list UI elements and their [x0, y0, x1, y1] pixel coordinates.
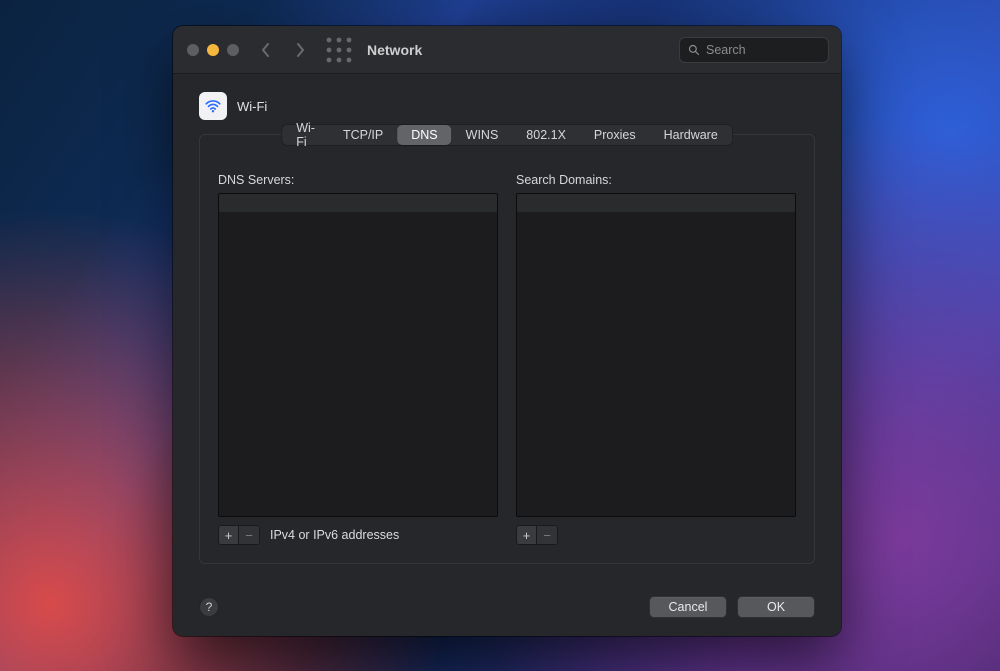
window-title: Network — [367, 42, 422, 58]
interface-name: Wi-Fi — [237, 99, 267, 114]
search-icon — [688, 44, 700, 56]
back-button[interactable] — [253, 36, 279, 64]
search-domains-label: Search Domains: — [516, 173, 796, 187]
show-all-button[interactable] — [325, 36, 353, 64]
add-search-domain-button[interactable]: + — [517, 526, 537, 544]
tab-wins[interactable]: WINS — [452, 125, 513, 145]
search-domains-list[interactable] — [516, 193, 796, 517]
tab-8021x[interactable]: 802.1X — [512, 125, 580, 145]
titlebar: Network — [173, 26, 841, 74]
chevron-left-icon — [261, 43, 271, 57]
forward-button[interactable] — [287, 36, 313, 64]
content-area: Wi-Fi Wi-Fi TCP/IP DNS WINS 802.1X Proxi… — [173, 74, 841, 582]
traffic-lights — [187, 44, 239, 56]
tab-wifi[interactable]: Wi-Fi — [282, 125, 329, 145]
ok-button[interactable]: OK — [737, 596, 815, 618]
tab-bar: Wi-Fi TCP/IP DNS WINS 802.1X Proxies Har… — [281, 124, 733, 146]
search-field[interactable] — [679, 37, 829, 63]
dns-columns: DNS Servers: + − IPv4 or IPv6 addresses … — [218, 173, 796, 545]
search-input[interactable] — [706, 43, 820, 57]
search-domains-add-remove: + − — [516, 525, 558, 545]
search-domains-column: Search Domains: + − — [516, 173, 796, 545]
remove-search-domain-button[interactable]: − — [537, 526, 557, 544]
interface-header: Wi-Fi — [199, 92, 815, 120]
tab-dns[interactable]: DNS — [397, 125, 451, 145]
remove-dns-server-button[interactable]: − — [239, 526, 259, 544]
dns-servers-label: DNS Servers: — [218, 173, 498, 187]
help-button[interactable]: ? — [199, 597, 219, 617]
minimize-window-button[interactable] — [207, 44, 219, 56]
wifi-icon — [199, 92, 227, 120]
zoom-window-button[interactable] — [227, 44, 239, 56]
tab-hardware[interactable]: Hardware — [650, 125, 732, 145]
dns-servers-footer: + − IPv4 or IPv6 addresses — [218, 525, 498, 545]
network-preferences-window: Network Wi-Fi Wi-Fi TCP/IP DNS WINS 802.… — [173, 26, 841, 636]
tab-tcpip[interactable]: TCP/IP — [329, 125, 397, 145]
dialog-footer: ? Cancel OK — [199, 596, 815, 618]
dns-servers-column: DNS Servers: + − IPv4 or IPv6 addresses — [218, 173, 498, 545]
add-dns-server-button[interactable]: + — [219, 526, 239, 544]
list-item[interactable] — [517, 194, 795, 212]
dns-servers-add-remove: + − — [218, 525, 260, 545]
tab-proxies[interactable]: Proxies — [580, 125, 650, 145]
dns-hint: IPv4 or IPv6 addresses — [270, 528, 399, 542]
advanced-settings-panel: Wi-Fi TCP/IP DNS WINS 802.1X Proxies Har… — [199, 134, 815, 564]
list-item[interactable] — [219, 194, 497, 212]
search-domains-footer: + − — [516, 525, 796, 545]
dns-servers-list[interactable] — [218, 193, 498, 517]
chevron-right-icon — [295, 43, 305, 57]
close-window-button[interactable] — [187, 44, 199, 56]
cancel-button[interactable]: Cancel — [649, 596, 727, 618]
grid-icon — [325, 36, 353, 64]
